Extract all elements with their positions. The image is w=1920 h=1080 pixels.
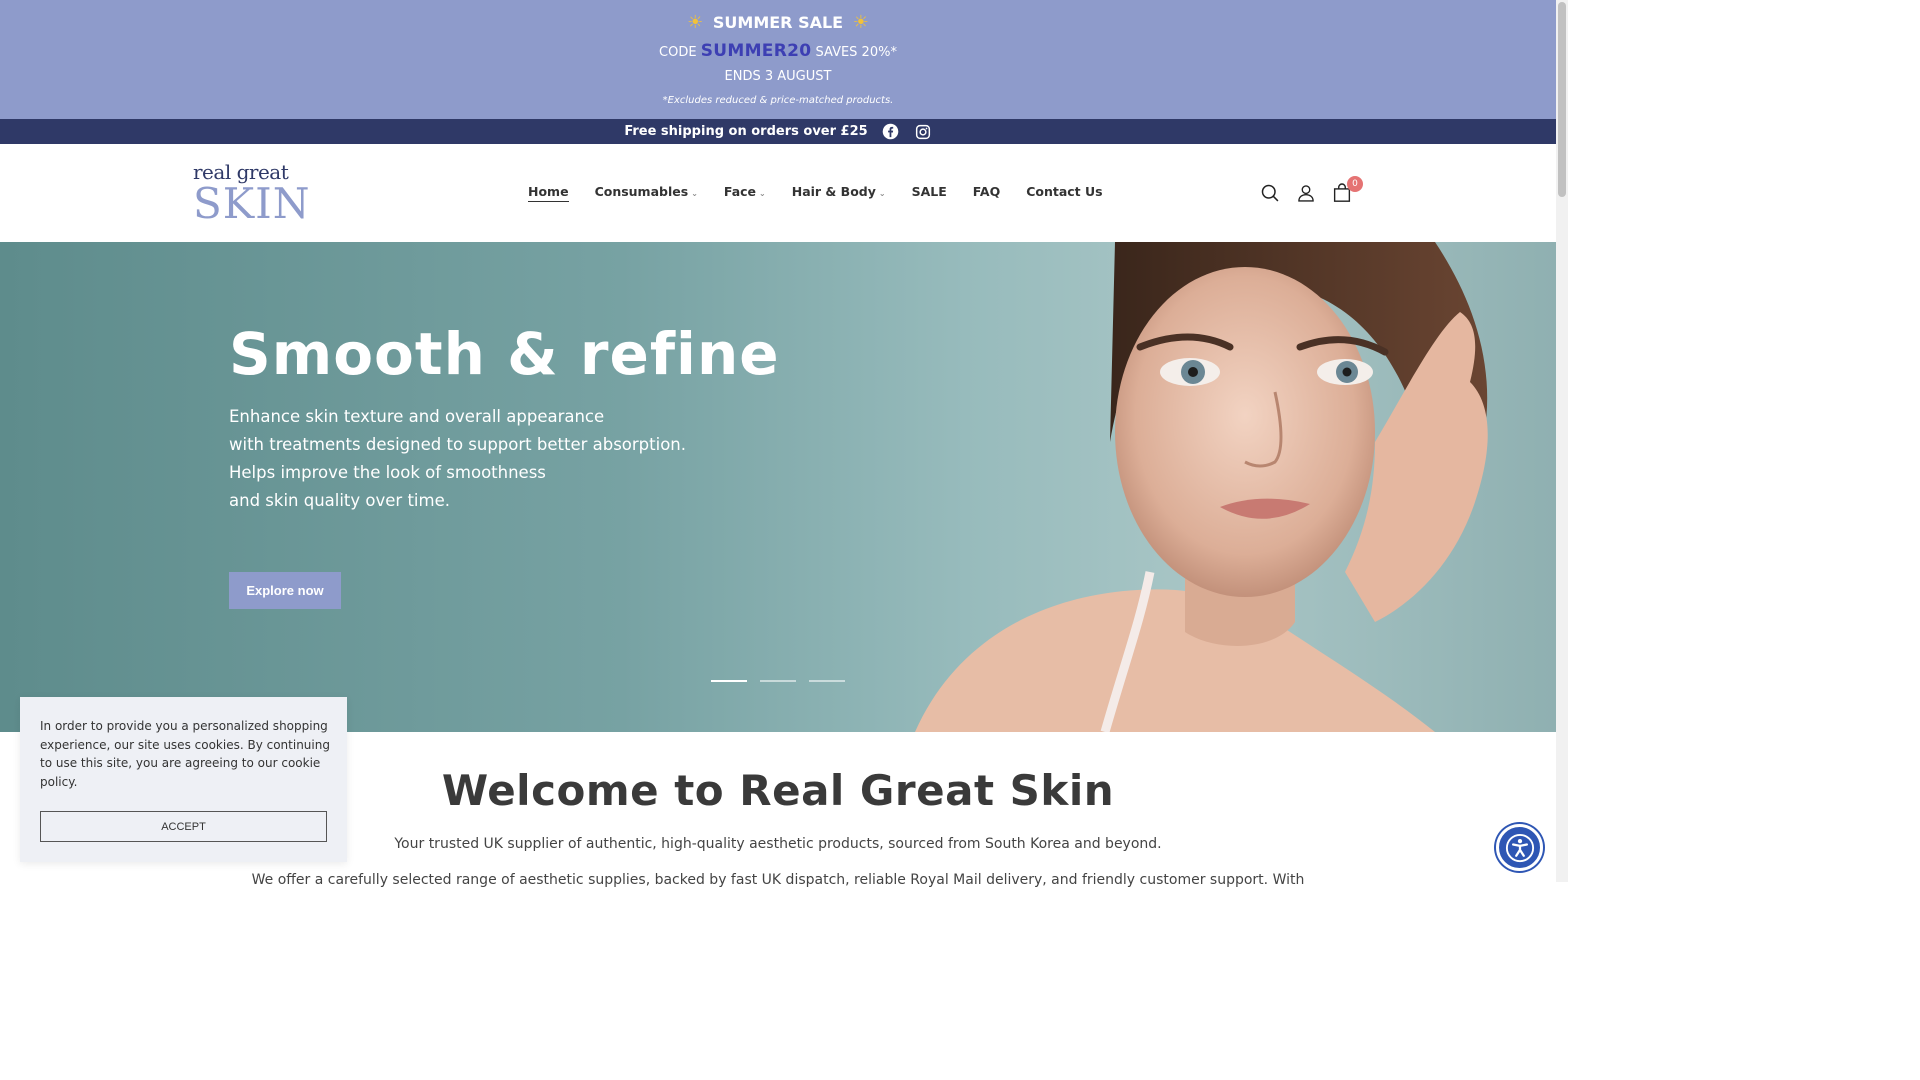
promo-code-prefix: CODE <box>659 45 697 60</box>
main-nav: Home Consumables ⌄ Face ⌄ Hair & Body ⌄ SAL… <box>528 184 1103 202</box>
hero-heading: Smooth & refine <box>229 320 780 388</box>
site-header: real great SKIN Home Consumables ⌄ Face ⌄ … <box>0 144 1556 242</box>
nav-item-home[interactable]: Home <box>528 184 569 202</box>
explore-now-button[interactable]: Explore now <box>229 572 341 609</box>
nav-label: Hair & Body <box>791 184 876 199</box>
logo[interactable]: real great SKIN <box>193 161 313 227</box>
cookie-banner: In order to provide you a personalized s… <box>20 697 347 862</box>
promo-ends: ENDS 3 AUGUST <box>724 69 832 84</box>
nav-item-sale[interactable]: SALE <box>912 184 947 202</box>
nav-label: Consumables <box>594 184 689 199</box>
promo-title-text: SUMMER SALE <box>712 13 844 32</box>
nav-item-contact[interactable]: Contact Us <box>1026 184 1102 202</box>
nav-label: Contact Us <box>1026 184 1103 199</box>
sun-icon: ☀ <box>687 12 704 33</box>
cookie-text: In order to provide you a personalized s… <box>40 719 330 789</box>
hero-line: and skin quality over time. <box>229 491 450 510</box>
shipping-text: Free shipping on orders over £25 <box>624 124 868 139</box>
logo-bottom-text: SKIN <box>193 179 311 228</box>
nav-label: Face <box>723 184 757 199</box>
nav-item-consumables[interactable]: Consumables ⌄ <box>595 184 698 202</box>
nav-item-face[interactable]: Face ⌄ <box>724 184 766 202</box>
instagram-icon[interactable] <box>914 123 932 141</box>
sun-icon: ☀ <box>852 12 869 33</box>
accessibility-icon[interactable] <box>1496 824 1543 871</box>
welcome-body: We offer a carefully selected range of a… <box>251 872 1305 888</box>
nav-label: FAQ <box>972 184 1001 199</box>
header-icons: 0 <box>1259 176 1363 204</box>
promo-code-suffix: SAVES 20%* <box>815 45 897 60</box>
slider-dots <box>711 680 845 682</box>
chevron-down-icon: ⌄ <box>759 189 766 198</box>
scrollbar-thumb[interactable] <box>1558 2 1566 197</box>
chevron-down-icon: ⌄ <box>691 189 698 198</box>
promo-code: SUMMER20 <box>700 41 812 61</box>
promo-banner: ☀ SUMMER SALE ☀ CODE SUMMER20 SAVES 20%*… <box>0 0 1556 119</box>
nav-label: Home <box>528 184 569 199</box>
slider-dot-2[interactable] <box>760 680 796 682</box>
shipping-bar: Free shipping on orders over £25 <box>0 119 1556 144</box>
nav-item-faq[interactable]: FAQ <box>973 184 1000 202</box>
hero-line: with treatments designed to support bett… <box>229 435 687 454</box>
facebook-icon[interactable] <box>882 123 900 141</box>
chevron-down-icon: ⌄ <box>878 189 886 198</box>
nav-item-hair-body[interactable]: Hair & Body ⌄ <box>792 184 886 202</box>
search-icon[interactable] <box>1259 182 1281 204</box>
cart-count-badge: 0 <box>1347 176 1363 192</box>
promo-code-line: CODE SUMMER20 SAVES 20%* <box>0 41 1556 61</box>
hero-portrait-image <box>915 242 1488 732</box>
slider-dot-3[interactable] <box>809 680 845 682</box>
nav-label: SALE <box>911 184 947 199</box>
hero-line: Enhance skin texture and overall appeara… <box>229 407 605 426</box>
hero-line: Helps improve the look of smoothness <box>229 463 546 482</box>
hero-slider: Smooth & refine Enhance skin texture and… <box>0 242 1556 732</box>
promo-title: ☀ SUMMER SALE ☀ <box>0 12 1556 33</box>
cart-icon[interactable]: 0 <box>1331 176 1363 204</box>
hero-description: Enhance skin texture and overall appeara… <box>229 403 686 515</box>
promo-note: *Excludes reduced & price-matched produc… <box>662 95 894 106</box>
slider-dot-1[interactable] <box>711 680 747 682</box>
account-icon[interactable] <box>1295 182 1317 204</box>
page-scrollbar[interactable] <box>1556 0 1568 882</box>
cookie-accept-button[interactable]: ACCEPT <box>40 811 327 842</box>
